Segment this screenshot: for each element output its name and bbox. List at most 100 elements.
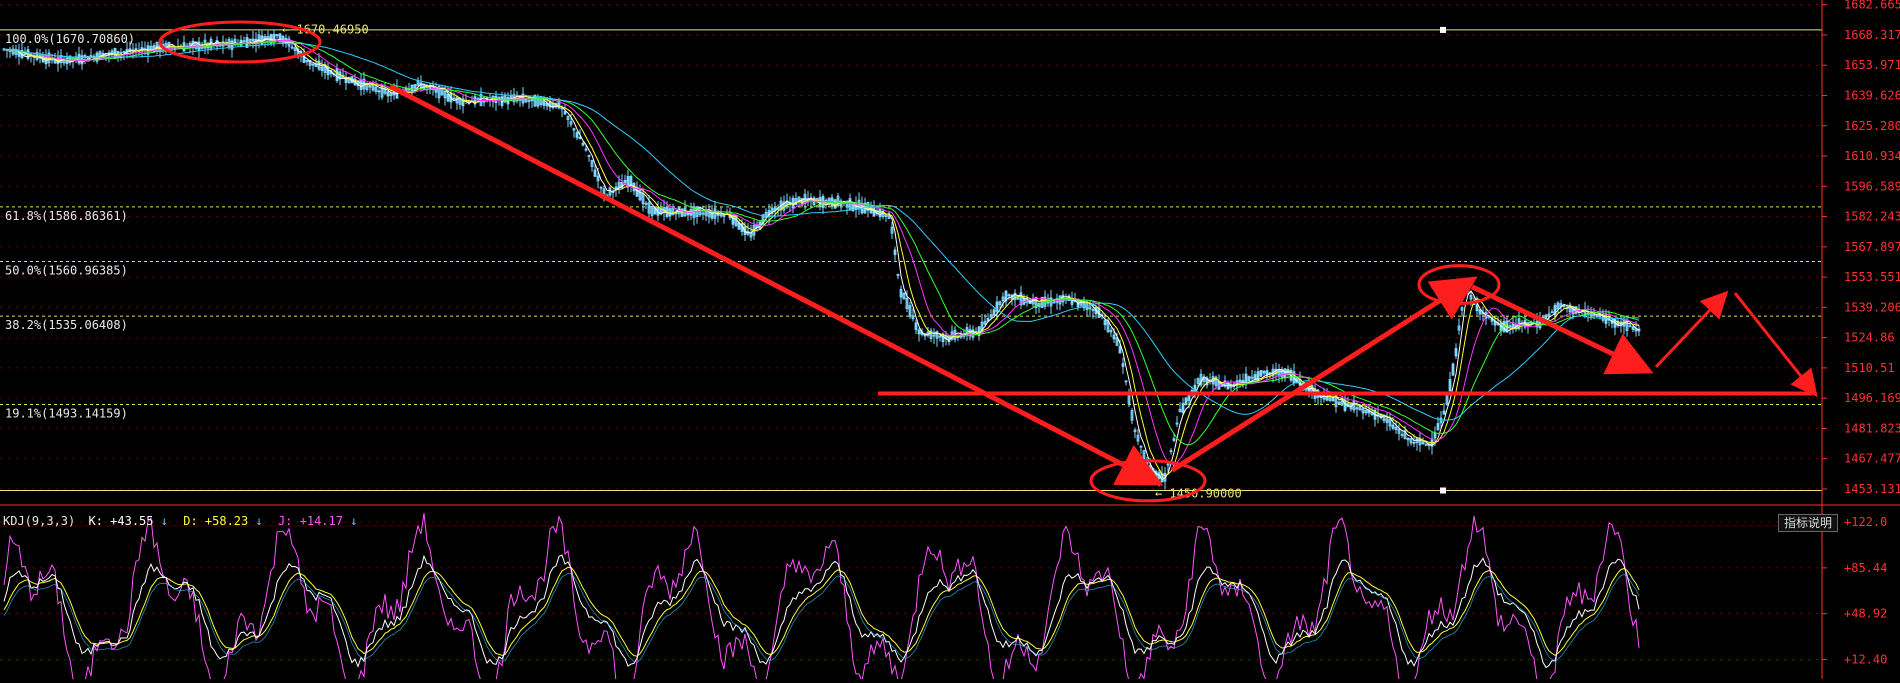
candle-body [833, 199, 837, 209]
candle-body [1343, 399, 1347, 411]
high-price-label: ← 1670.46950 [282, 22, 369, 36]
kdj-d-value: D: +58.23 [183, 514, 248, 528]
candle-body [1391, 424, 1395, 429]
ma30-line [3, 40, 1640, 446]
kdj-prefix: KDJ(9,3,3) [3, 514, 75, 528]
fib-handle [1440, 26, 1446, 33]
chart-canvas: 100.0%(1670.70860) 61.8%(1586.86361) 50.0%… [0, 0, 1900, 683]
candle-body [1181, 403, 1185, 414]
candle-body [1103, 320, 1107, 326]
candle-body [1118, 346, 1122, 354]
candle-body [893, 249, 897, 256]
candle-body [305, 60, 309, 63]
candle-body [623, 179, 627, 184]
ma10-line [3, 38, 1640, 477]
price-tick-label: 1496.169 [1844, 391, 1900, 405]
candle-body [899, 288, 903, 298]
candles [2, 29, 1641, 490]
fib-levels: 100.0%(1670.70860) 61.8%(1586.86361) 50.0%… [0, 26, 1822, 494]
candle-body [1148, 465, 1152, 475]
ma60-line [3, 42, 1640, 421]
candle-body [1172, 438, 1176, 441]
kdj-j-arrow: ↓ [350, 514, 357, 528]
candle-body [563, 111, 567, 115]
kdj-j-line [3, 513, 1640, 683]
candle-body [452, 97, 456, 100]
fib-level-label: 38.2%(1535.06408) [5, 318, 128, 332]
kdj-tick-label: +122.0 [1844, 515, 1887, 529]
candle-body [1109, 329, 1113, 333]
candle-body [614, 186, 618, 190]
price-tick-label: 1481.823 [1844, 421, 1900, 435]
candle-body [1016, 297, 1020, 300]
candle-body [1412, 442, 1416, 444]
fib-level-label: 100.0%(1670.70860) [5, 32, 135, 46]
candle-body [818, 197, 822, 208]
ma20-line [3, 39, 1640, 465]
candle-body [1337, 401, 1341, 404]
fib-handle [1440, 487, 1446, 494]
candle-body [1454, 348, 1458, 357]
price-tick-label: 1453.131 [1844, 482, 1900, 496]
candle-body [578, 137, 582, 140]
price-tick-label: 1653.971 [1844, 58, 1900, 72]
candle-body [629, 175, 633, 186]
candle-body [1595, 315, 1599, 317]
kdj-tick-label: +48.92 [1844, 607, 1887, 621]
candle-body [896, 274, 900, 276]
price-tick-label: 1668.317 [1844, 28, 1900, 42]
chart-stage: 100.0%(1670.70860) 61.8%(1586.86361) 50.0%… [0, 0, 1900, 683]
candle-body [413, 84, 417, 89]
price-tick-label: 1553.551 [1844, 270, 1900, 284]
candle-body [1184, 397, 1188, 406]
candle-body [710, 211, 714, 219]
candle-body [275, 34, 279, 37]
ma5-line [3, 38, 1640, 481]
candle-body [134, 48, 138, 51]
kdj-tick-label: +85.44 [1844, 561, 1887, 575]
candle-body [1433, 432, 1437, 439]
candle-body [992, 309, 996, 316]
indicator-help-button[interactable]: 指标说明 [1778, 514, 1838, 532]
candle-body [932, 334, 936, 337]
price-tick-label: 1510.51 [1844, 361, 1895, 375]
candle-body [1628, 325, 1632, 328]
candle-body [1052, 301, 1056, 304]
downtrend-arrow [388, 84, 1164, 486]
candle-body [368, 85, 372, 88]
candle-body [1247, 376, 1251, 382]
candle-body [1259, 370, 1263, 377]
candle-body [1166, 463, 1170, 466]
candle-body [89, 55, 93, 57]
fib-level-label: 19.1%(1493.14159) [5, 407, 128, 421]
price-tick-label: 1610.934 [1844, 149, 1900, 163]
candle-body [1046, 301, 1050, 304]
candle-body [1169, 450, 1173, 453]
price-tick-label: 1625.280 [1844, 119, 1900, 133]
kdj-tick-label: +12.40 [1844, 652, 1887, 666]
kdj-k-arrow: ↓ [161, 514, 168, 528]
price-tick-label: 1567.897 [1844, 240, 1900, 254]
candle-body [575, 132, 579, 138]
candle-body [482, 100, 486, 103]
candle-body [1121, 363, 1125, 367]
low-ellipse [1089, 459, 1207, 503]
candle-body [1631, 326, 1635, 330]
candle-body [1436, 423, 1440, 431]
candle-body [914, 322, 918, 331]
price-tick-label: 1639.626 [1844, 89, 1900, 103]
fib-level-label: 61.8%(1586.86361) [5, 209, 128, 223]
peak-ellipse [1417, 264, 1501, 306]
candle-body [584, 148, 588, 151]
candle-body [593, 169, 597, 177]
candle-body [1331, 398, 1335, 402]
fib-level-label: 50.0%(1560.96385) [5, 263, 128, 277]
price-tick-label: 1539.206 [1844, 300, 1900, 314]
candle-body [359, 79, 363, 91]
candle-body [917, 329, 921, 335]
price-tick-label: 1596.589 [1844, 179, 1900, 193]
candle-body [542, 100, 546, 106]
candle-body [1400, 434, 1404, 436]
candle-body [386, 91, 390, 97]
candle-body [1421, 441, 1425, 444]
